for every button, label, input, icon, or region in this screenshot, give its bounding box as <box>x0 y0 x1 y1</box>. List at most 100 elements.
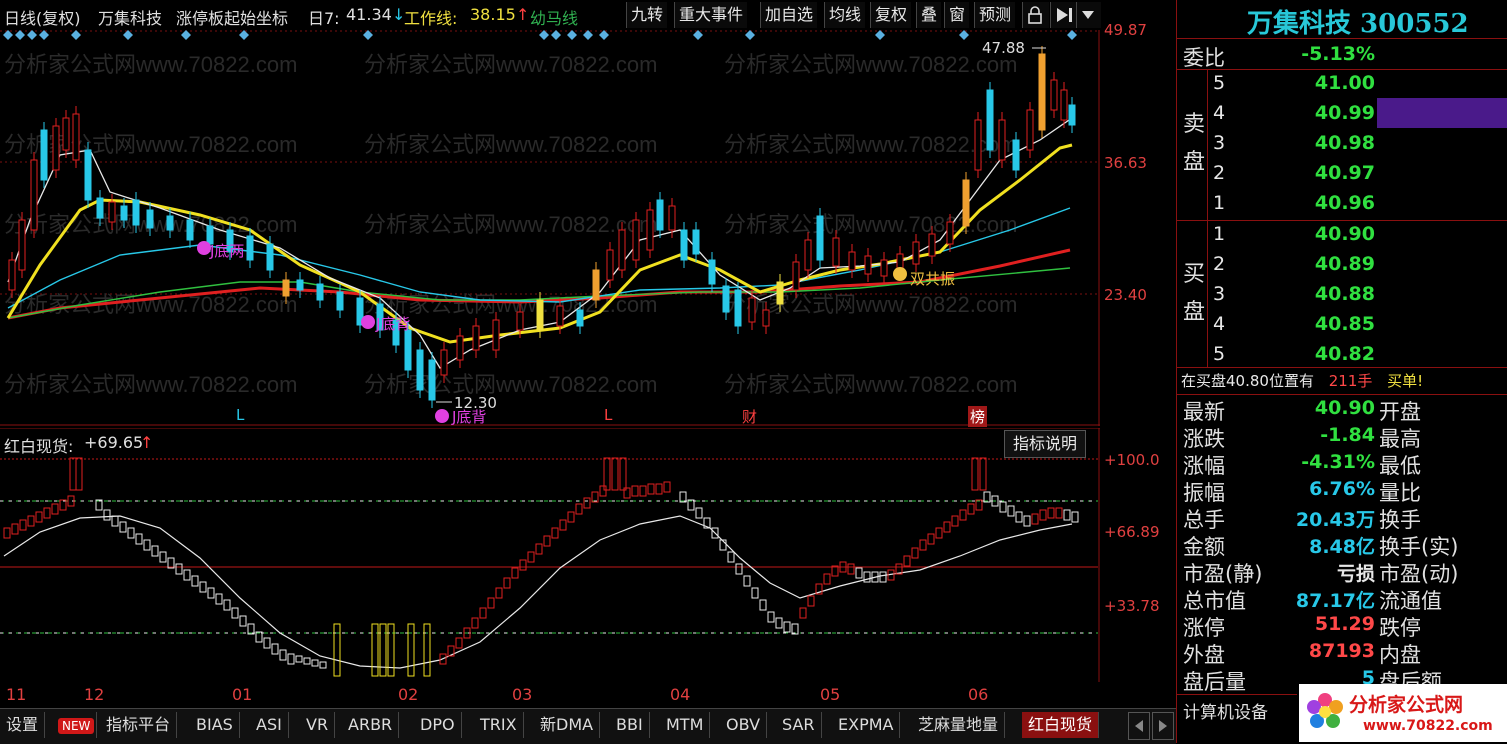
candle-body <box>316 283 324 301</box>
play-next-icon[interactable] <box>1050 2 1077 28</box>
toolbar-add-watchlist-button[interactable]: 加自选 <box>760 2 818 28</box>
tab-vr[interactable]: VR <box>300 712 336 738</box>
red-step-box <box>471 617 479 629</box>
work-line-label: 工作线: <box>404 9 458 28</box>
chevron-down-icon[interactable] <box>1076 2 1101 28</box>
lock-icon[interactable] <box>1022 2 1049 28</box>
white-step-box <box>1007 505 1015 517</box>
candle-body <box>832 237 840 267</box>
sell-price[interactable]: 41.00 <box>1287 72 1375 94</box>
sell-price[interactable]: 40.96 <box>1287 192 1375 214</box>
watermark-text: 分析家公式网www.70822.com <box>4 292 297 317</box>
red-step-box <box>11 523 19 535</box>
sector-label[interactable]: 计算机设备 <box>1183 698 1268 723</box>
extreme-bottom-bar <box>407 623 415 677</box>
tab-sesame-volume[interactable]: 芝麻量地量 <box>912 712 1006 738</box>
extreme-top-bar <box>69 457 77 491</box>
scroll-right-icon[interactable] <box>1152 712 1174 740</box>
toolbar-window-button[interactable]: 窗 <box>944 2 970 28</box>
candle-body <box>8 259 16 291</box>
tab-arbr[interactable]: ARBR <box>342 712 400 738</box>
tab-asi[interactable]: ASI <box>250 712 289 738</box>
toolbar-jiuzhuan-button[interactable]: 九转 <box>626 2 668 28</box>
extreme-bottom-bar <box>423 623 431 677</box>
toolbar-forecast-button[interactable]: 预测 <box>974 2 1016 28</box>
new-badge: NEW <box>56 712 98 738</box>
extreme-top-bar <box>619 457 627 491</box>
red-step-box <box>655 483 663 495</box>
red-step-box <box>799 607 807 619</box>
candle-body <box>1038 53 1046 131</box>
candle-body <box>96 197 104 219</box>
quote-panel: 万集科技 300552 委比 -5.13% 卖盘 5 41.00 4 40.99… <box>1176 0 1507 743</box>
toolbar-overlay-button[interactable]: 叠 <box>916 2 942 28</box>
period-label[interactable]: 日线(复权) <box>4 5 81 29</box>
indicator-level-66: +66.89 <box>1104 523 1160 541</box>
sell-price[interactable]: 40.98 <box>1287 132 1375 154</box>
quote-label: 振幅 <box>1183 481 1225 505</box>
candle-body <box>472 325 480 351</box>
event-marker-l-2[interactable]: L <box>604 406 612 424</box>
watermark-text: 分析家公式网www.70822.com <box>364 132 657 157</box>
tab-bias[interactable]: BIAS <box>190 712 240 738</box>
candle-body <box>282 279 290 297</box>
buy-level: 2 <box>1213 253 1226 275</box>
event-marker-l-1[interactable]: L <box>236 406 244 424</box>
indicator-chart[interactable]: 红白现货: +69.65 ↑ 指标说明 +100.0 +66.89 +33.78 <box>0 427 1160 682</box>
tab-trix[interactable]: TRIX <box>474 712 524 738</box>
candle-body <box>146 209 154 229</box>
tab-obv[interactable]: OBV <box>720 712 768 738</box>
tab-bbi[interactable]: BBI <box>610 712 650 738</box>
scroll-left-icon[interactable] <box>1128 712 1150 740</box>
toolbar-fuquan-button[interactable]: 复权 <box>870 2 912 28</box>
signal-dot-icon <box>197 241 211 255</box>
candle-body <box>928 233 936 257</box>
tab-sar[interactable]: SAR <box>776 712 822 738</box>
event-marker-finance[interactable]: 财 <box>742 406 757 427</box>
tab-red-white-spot[interactable]: 红白现货 <box>1022 712 1100 738</box>
white-step-box <box>279 649 287 661</box>
tab-mtm[interactable]: MTM <box>660 712 711 738</box>
signal-j-bottom-2: J底背 <box>376 315 411 333</box>
tab-indicator-platform[interactable]: 指标平台 <box>100 712 178 738</box>
quote-label: 金额 <box>1183 535 1225 559</box>
quote-value: 51.29 <box>1314 613 1375 635</box>
red-step-box <box>35 511 43 523</box>
candle-body <box>776 281 784 305</box>
red-step-box <box>927 533 935 545</box>
settings-tab[interactable]: 设置 <box>0 712 46 738</box>
candle-body <box>762 309 770 327</box>
watermark-text: 分析家公式网www.70822.com <box>4 132 297 157</box>
red-step-box <box>967 503 975 515</box>
red-step-box <box>583 497 591 509</box>
buy-price[interactable]: 40.88 <box>1287 283 1375 305</box>
quote-value: 8.48亿 <box>1309 536 1375 558</box>
quote-value: 87193 <box>1308 640 1375 662</box>
white-step-box <box>175 563 183 575</box>
buy-price[interactable]: 40.90 <box>1287 223 1375 245</box>
indicator-name[interactable]: 涨停板起始坐标 <box>176 5 288 29</box>
buy-price[interactable]: 40.89 <box>1287 253 1375 275</box>
tab-expma[interactable]: EXPMA <box>832 712 901 738</box>
flower-logo-icon <box>1307 693 1343 728</box>
candlestick-chart[interactable]: 分析家公式网www.70822.com 分析家公式网www.70822.com 分析… <box>0 21 1147 477</box>
quote-right-label: 内盘 <box>1379 643 1421 667</box>
tab-new-dma[interactable]: 新DMA <box>534 712 601 738</box>
sell-price[interactable]: 40.97 <box>1287 162 1375 184</box>
buy-price[interactable]: 40.85 <box>1287 313 1375 335</box>
tab-dpo[interactable]: DPO <box>414 712 462 738</box>
quote-label: 涨跌 <box>1183 427 1225 451</box>
quote-label: 总手 <box>1183 508 1225 532</box>
indicator-explain-button[interactable]: 指标说明 <box>1004 430 1087 458</box>
red-step-box <box>3 527 11 539</box>
candle-body <box>556 305 564 327</box>
toolbar-major-events-button[interactable]: 重大事件 <box>674 2 748 28</box>
sell-price[interactable]: 40.99 <box>1287 102 1375 124</box>
candle-body <box>656 199 664 231</box>
white-step-box <box>1071 511 1079 523</box>
event-marker-rank[interactable]: 榜 <box>968 406 988 427</box>
watermark-text: 分析家公式网www.70822.com <box>724 132 1017 157</box>
candle-body <box>804 239 812 271</box>
toolbar-ma-button[interactable]: 均线 <box>824 2 866 28</box>
buy-price[interactable]: 40.82 <box>1287 343 1375 365</box>
